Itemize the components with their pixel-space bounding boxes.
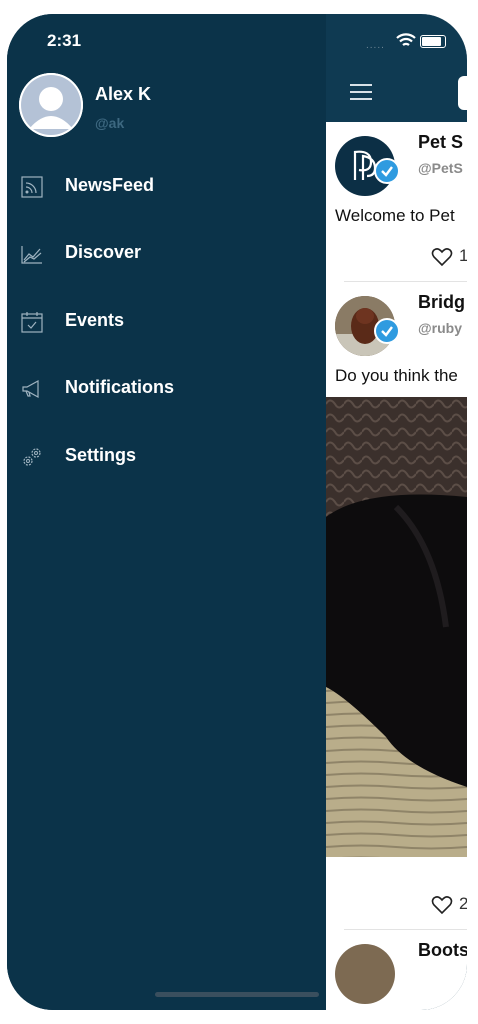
phone-screen: 2:31 Alex K @ak NewsFeed Discover Events… xyxy=(7,14,467,1010)
hamburger-menu-icon[interactable] xyxy=(350,84,372,100)
post-author-name[interactable]: Bridg xyxy=(418,292,465,313)
menu-label: Settings xyxy=(65,445,137,465)
post-author-handle: @PetS xyxy=(418,160,463,176)
side-drawer: 2:31 Alex K @ak NewsFeed Discover Events… xyxy=(7,14,327,1010)
user-handle: @ak xyxy=(95,115,125,131)
post-author-name[interactable]: Pet S xyxy=(418,132,463,153)
menu-label: Notifications xyxy=(65,377,175,397)
menu-item-notifications[interactable]: Notifications xyxy=(7,368,307,408)
menu-item-newsfeed[interactable]: NewsFeed xyxy=(7,166,307,206)
post-text: Do you think the xyxy=(335,366,458,385)
menu-label: Events xyxy=(65,310,125,330)
menu-item-events[interactable]: Events xyxy=(7,301,307,341)
post-author-handle: @ruby xyxy=(418,320,462,336)
chart-icon xyxy=(21,246,42,264)
post-text: Welcome to Pet xyxy=(335,206,455,225)
menu-item-settings[interactable]: Settings xyxy=(7,436,307,476)
menu-label: NewsFeed xyxy=(65,175,155,195)
rss-icon xyxy=(21,176,43,198)
dog-photo xyxy=(326,397,467,857)
megaphone-icon xyxy=(22,379,39,399)
default-avatar-icon xyxy=(19,73,83,137)
heart-icon[interactable] xyxy=(431,247,453,267)
calendar-icon xyxy=(21,312,43,333)
feed-header: ..... xyxy=(326,14,467,122)
verified-badge-icon xyxy=(374,158,400,184)
news-feed-panel[interactable]: ..... Pet S @PetS Welcome to Pet 1 Bridg… xyxy=(326,14,467,1010)
like-count: 1 xyxy=(459,246,467,265)
user-name[interactable]: Alex K xyxy=(95,84,151,105)
menu-item-discover[interactable]: Discover xyxy=(7,233,307,273)
status-time: 2:31 xyxy=(47,31,82,50)
heart-icon[interactable] xyxy=(431,895,453,915)
search-field[interactable] xyxy=(458,76,467,110)
post-photo[interactable] xyxy=(326,397,467,857)
gears-icon xyxy=(23,448,41,466)
like-count: 2 xyxy=(459,894,467,913)
menu-label: Discover xyxy=(65,242,142,262)
signal-icon: ..... xyxy=(366,40,385,51)
post-avatar[interactable] xyxy=(335,944,395,1004)
battery-icon xyxy=(420,35,446,48)
wifi-icon xyxy=(396,33,416,46)
feed-post[interactable]: Boots xyxy=(326,930,467,1010)
avatar[interactable] xyxy=(19,73,83,137)
post-author-name[interactable]: Boots xyxy=(418,940,467,961)
verified-badge-icon xyxy=(374,318,400,344)
home-indicator[interactable] xyxy=(155,992,319,997)
feed-post[interactable]: Pet S @PetS Welcome to Pet 1 xyxy=(326,122,467,282)
